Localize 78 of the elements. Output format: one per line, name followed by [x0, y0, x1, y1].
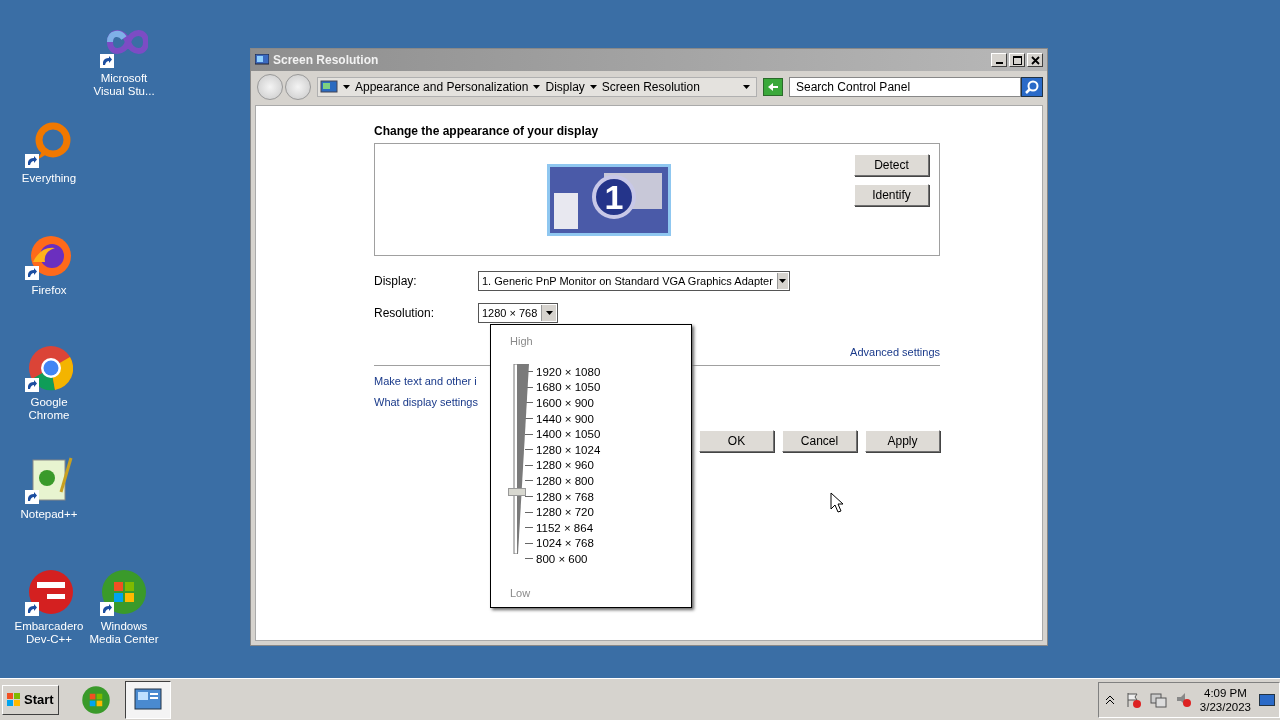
show-desktop-button[interactable] — [1259, 693, 1275, 706]
caret-icon — [589, 85, 597, 89]
speaker-icon — [1174, 691, 1192, 708]
link[interactable]: Advanced settings — [850, 346, 940, 358]
search-icon — [1025, 80, 1039, 94]
maximize-icon — [1012, 55, 1022, 65]
breadcrumb[interactable]: Screen Resolution — [601, 80, 700, 94]
breadcrumb[interactable]: Appearance and Personalization — [355, 80, 529, 94]
clock-time: 4:09 PM — [1204, 685, 1247, 700]
resolution-option[interactable]: 1280 × 720 — [536, 506, 594, 519]
slider-end-label: Low — [510, 587, 532, 599]
arrow-icon — [766, 81, 780, 93]
button[interactable]: Detect — [854, 154, 929, 176]
resolution-option[interactable]: 1024 × 768 — [536, 537, 594, 550]
windows-orb-icon — [80, 684, 111, 715]
search-field[interactable]: Search Control Panel — [789, 77, 1021, 97]
windows-orb-icon — [100, 568, 148, 616]
icon-label[interactable]: Notepad++ — [12, 508, 86, 521]
icon-label[interactable]: Microsoft Visual Stu... — [87, 72, 161, 98]
field-label: Display: — [374, 274, 418, 288]
resolution-option[interactable]: 1280 × 800 — [536, 474, 594, 487]
slider-thumb[interactable] — [508, 488, 526, 497]
chrome-icon — [25, 344, 73, 392]
link[interactable]: Make text and other i — [374, 375, 477, 387]
start-button[interactable]: Start — [2, 684, 59, 715]
window-icon — [255, 54, 269, 66]
button[interactable]: Apply — [865, 430, 940, 452]
section-heading: Change the appearance of your display — [374, 124, 600, 138]
display-dropdown[interactable]: 1. Generic PnP Monitor on Standard VGA Graphics Adapter — [478, 271, 790, 291]
resolution-option[interactable]: 800 × 600 — [536, 552, 588, 565]
icon-label[interactable]: Google Chrome — [12, 396, 86, 422]
flag-icon — [1124, 691, 1142, 708]
button[interactable]: OK — [699, 430, 774, 452]
notepad-icon — [25, 456, 73, 504]
resolution-option[interactable]: 1920 × 1080 — [536, 365, 601, 378]
button[interactable]: Identify — [854, 184, 929, 206]
refresh-button[interactable] — [763, 78, 783, 96]
clock-date: 3/23/2023 — [1199, 699, 1251, 714]
resolution-option[interactable]: 1280 × 960 — [536, 459, 594, 472]
icon-label[interactable]: Embarcadero Dev-C++ — [12, 620, 86, 646]
close-button[interactable] — [1027, 53, 1043, 67]
caret-icon — [545, 311, 553, 315]
resolution-option[interactable]: 1600 × 900 — [536, 397, 594, 409]
minimize-button[interactable] — [991, 53, 1007, 67]
logo-icon — [25, 568, 73, 616]
button[interactable]: Cancel — [782, 430, 857, 452]
network-icon — [1149, 691, 1167, 708]
control-panel-icon — [320, 80, 338, 94]
resolution-option[interactable]: 1280 × 768 — [536, 490, 594, 503]
search-button[interactable] — [1021, 77, 1043, 97]
slider-end-label: High — [510, 335, 534, 347]
caret-icon — [743, 85, 750, 89]
close-icon — [1030, 55, 1040, 65]
windows-logo-icon — [7, 693, 21, 706]
chevron-up-icon — [1105, 696, 1114, 704]
field-label: Resolution: — [374, 306, 436, 320]
address-bar[interactable]: Appearance and Personalization Display Screen Resolution — [317, 77, 757, 97]
icon-label[interactable]: Firefox — [12, 284, 86, 297]
caret-icon — [779, 279, 787, 283]
resolution-slider[interactable] — [510, 364, 532, 554]
resolution-option[interactable]: 1440 × 900 — [536, 412, 594, 425]
link[interactable]: What display settings — [374, 396, 478, 408]
minimize-icon — [995, 62, 1003, 64]
resolution-dropdown[interactable]: 1280 × 768 — [478, 303, 559, 323]
cursor-icon — [830, 492, 844, 514]
caret-icon — [533, 85, 541, 89]
magnifier-ring-icon — [25, 120, 73, 168]
breadcrumb[interactable]: Display — [545, 80, 585, 94]
icon-label[interactable]: Windows Media Center — [87, 620, 161, 646]
resolution-option[interactable]: 1280 × 1024 — [536, 443, 601, 456]
resolution-option[interactable]: 1680 × 1050 — [536, 381, 601, 394]
maximize-button[interactable] — [1009, 53, 1025, 67]
window-title: Screen Resolution — [273, 53, 380, 67]
taskbar-button[interactable] — [124, 680, 171, 719]
caret-icon — [343, 85, 350, 89]
resolution-option[interactable]: 1400 × 1050 — [536, 428, 601, 441]
resolution-option[interactable]: 1152 × 864 — [536, 521, 594, 534]
icon-label[interactable]: Everything — [12, 172, 86, 185]
